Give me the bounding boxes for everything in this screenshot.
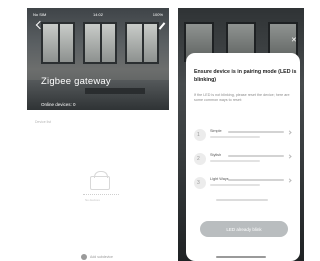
window-decor <box>41 22 75 64</box>
dialog-title: Ensure device is in pairing mode (LED is… <box>194 69 297 83</box>
close-icon[interactable]: ✕ <box>291 37 297 44</box>
gateway-hero-image <box>27 8 169 110</box>
status-bar: No SIM 14:02 100% <box>27 10 169 18</box>
online-devices-count: Online devices: 0 <box>41 102 76 107</box>
table-decor <box>85 88 145 94</box>
status-time: 14:02 <box>92 11 104 17</box>
empty-divider <box>83 194 119 196</box>
add-subdevice-label: Add subdevice <box>90 255 113 259</box>
reset-method-detail <box>228 155 284 157</box>
dialog-description: If the LED is not blinking, please reset… <box>194 93 290 102</box>
reset-method-item[interactable]: 2 Stylish <box>194 151 294 169</box>
carrier-text: No SIM <box>33 11 47 17</box>
pairing-screen: ✕ Ensure device is in pairing mode (LED … <box>178 8 304 261</box>
reset-method-label: Light Ways <box>210 177 229 181</box>
chevron-right-icon <box>287 154 292 159</box>
reset-method-item[interactable]: 3 Light Ways <box>194 175 294 193</box>
chevron-right-icon <box>287 130 292 135</box>
reset-method-icon: 1 <box>194 129 206 141</box>
reset-method-label: Stylish <box>210 153 222 157</box>
add-subdevice-button[interactable]: Add subdevice <box>81 254 113 260</box>
reset-method-detail <box>210 184 260 186</box>
pairing-mode-dialog: Ensure device is in pairing mode (LED is… <box>186 53 300 261</box>
device-list-label: Device list <box>35 120 51 124</box>
window-decor <box>125 22 159 64</box>
gateway-screen: No SIM 14:02 100% Zigbee gateway Online … <box>27 8 169 261</box>
reset-method-detail <box>210 160 260 162</box>
gateway-title: Zigbee gateway <box>41 76 111 87</box>
window-decor <box>83 22 117 64</box>
reset-method-label: Simple <box>210 129 222 133</box>
reset-method-item[interactable]: 1 Simple <box>194 127 294 145</box>
reset-method-icon: 3 <box>194 177 206 189</box>
reset-method-detail <box>228 179 284 181</box>
reset-method-detail <box>228 131 284 133</box>
battery-text: 100% <box>152 11 163 17</box>
home-indicator <box>216 256 266 258</box>
reset-method-icon: 2 <box>194 153 206 165</box>
help-link[interactable] <box>216 199 268 201</box>
add-icon <box>81 254 87 260</box>
led-already-blink-button[interactable]: LED already blink <box>200 221 288 237</box>
reset-method-detail <box>210 136 260 138</box>
empty-state-icon <box>90 171 110 190</box>
empty-state-text: No devices <box>85 198 100 202</box>
chevron-right-icon <box>287 178 292 183</box>
